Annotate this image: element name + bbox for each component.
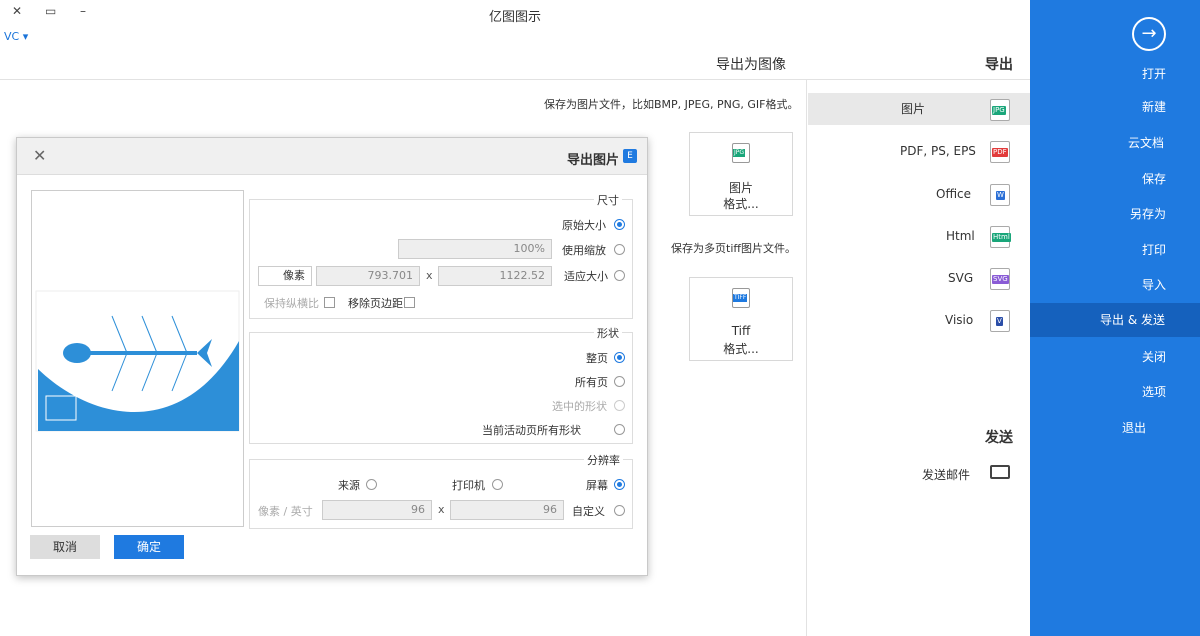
resolution-label: 分辨率 <box>584 452 623 468</box>
sidebar-item-close[interactable]: 关闭 <box>1030 340 1200 374</box>
app-logo-icon: E <box>623 149 637 163</box>
format-item-image[interactable]: 图片 JPG <box>808 93 1030 125</box>
window-title: 亿图图示 <box>488 10 541 25</box>
source-radio[interactable] <box>366 479 377 490</box>
original-size-label: 原始大小 <box>562 219 606 232</box>
original-size-radio[interactable] <box>614 219 625 230</box>
dpi-x-input[interactable]: 96 <box>450 500 564 520</box>
sidebar-item-print[interactable]: 打印 <box>1030 233 1200 267</box>
all-pages-label: 所有页 <box>575 376 608 389</box>
dpi-y-input[interactable]: 96 <box>322 500 432 520</box>
shape-label: 形状 <box>594 325 622 341</box>
selected-shapes-radio[interactable] <box>614 400 625 411</box>
remove-margin-checkbox[interactable] <box>404 297 415 308</box>
pdf-icon: PDF <box>990 141 1010 163</box>
image-format-card[interactable]: JPG 图片 格式... <box>689 132 793 216</box>
cancel-button[interactable]: 取消 <box>30 535 100 559</box>
title-bar: 亿图图示 – ▭ ✕ <box>0 0 1030 28</box>
width-input[interactable]: 1122.52 <box>438 266 552 286</box>
export-section-title: 导出 <box>985 57 1013 73</box>
image-description: 保存为图片文件，比如BMP, JPEG, PNG, GIF格式。 <box>544 98 799 111</box>
keep-ratio-label: 保持纵横比 <box>264 297 319 310</box>
close-button[interactable]: ✕ <box>12 4 22 18</box>
format-item-visio[interactable]: Visio V <box>808 304 1030 336</box>
jpg-icon: JPG <box>990 99 1010 121</box>
unit-select[interactable]: 像素 <box>258 266 312 286</box>
printer-radio[interactable] <box>492 479 503 490</box>
resolution-group: 分辨率 屏幕 打印机 来源 自定义 96 x 96 像素 / 英寸 <box>249 452 633 529</box>
sidebar-item-import[interactable]: 导入 <box>1030 268 1200 302</box>
fit-label: 适应大小 <box>564 270 608 283</box>
svg-icon: SVG <box>990 268 1010 290</box>
tiff-format-card[interactable]: TIFF Tiff 格式... <box>689 277 793 361</box>
fishbone-thumbnail <box>35 290 240 432</box>
zoom-label: 使用缩放 <box>562 244 606 257</box>
card-sublabel: 格式... <box>723 342 759 356</box>
diagram-preview <box>31 190 244 527</box>
current-page-shapes-label: 当前活动页所有形状 <box>482 424 581 437</box>
mail-icon <box>990 465 1010 479</box>
export-image-title: 导出为图像 <box>716 57 786 73</box>
all-pages-radio[interactable] <box>614 376 625 387</box>
fit-radio[interactable] <box>614 270 625 281</box>
height-input[interactable]: 793.701 <box>316 266 420 286</box>
times-label: x <box>438 503 445 516</box>
send-section-title: 发送 <box>985 430 1013 446</box>
export-header: 导出为图像 导出 <box>0 52 1030 80</box>
card-label: 图片 <box>728 181 753 195</box>
sidebar-item-new[interactable]: 新建 <box>1030 90 1200 124</box>
divider <box>806 80 807 636</box>
sidebar-item-saveas[interactable]: 另存为 <box>1030 197 1200 231</box>
dialog-title: 导出图片 <box>567 153 620 168</box>
format-item-html[interactable]: Html Html <box>808 220 1030 252</box>
sidebar: → 打开 新建 云文档 保存 另存为 打印 导入 导出 & 发送 关闭 选项 退… <box>1030 0 1200 636</box>
sidebar-item-open[interactable]: 打开 <box>1030 57 1200 91</box>
current-page-shapes-radio[interactable] <box>614 424 625 435</box>
format-item-pdf[interactable]: PDF, PS, EPS PDF <box>808 135 1030 167</box>
sidebar-item-cloud[interactable]: 云文档 <box>1030 126 1200 160</box>
sidebar-item-exit[interactable]: 退出 <box>1030 411 1200 445</box>
full-page-label: 整页 <box>586 352 608 365</box>
back-arrow-icon[interactable]: → <box>1132 17 1166 51</box>
card-label: Tiff <box>731 324 751 338</box>
custom-label: 自定义 <box>572 505 605 518</box>
vc-dropdown[interactable]: VC ▾ <box>4 30 28 43</box>
sidebar-item-export[interactable]: 导出 & 发送 <box>1030 303 1200 337</box>
visio-icon: V <box>990 310 1010 332</box>
ok-button[interactable]: 确定 <box>114 535 184 559</box>
times-label: x <box>426 269 433 282</box>
remove-margin-label: 移除页边距 <box>348 297 403 310</box>
shape-group: 形状 整页 所有页 选中的形状 当前活动页所有形状 <box>249 325 633 444</box>
close-icon[interactable]: ✕ <box>33 146 46 165</box>
maximize-button[interactable]: ▭ <box>45 4 56 18</box>
screen-label: 屏幕 <box>586 479 608 492</box>
sidebar-item-options[interactable]: 选项 <box>1030 375 1200 409</box>
tiff-description: 保存为多页tiff图片文件。 <box>671 242 796 255</box>
source-label: 来源 <box>338 479 360 492</box>
printer-label: 打印机 <box>452 479 485 492</box>
sidebar-item-save[interactable]: 保存 <box>1030 162 1200 196</box>
selected-shapes-label: 选中的形状 <box>552 400 607 413</box>
zoom-radio[interactable] <box>614 244 625 255</box>
format-item-office[interactable]: Office W <box>808 178 1030 210</box>
word-icon: W <box>990 184 1010 206</box>
keep-ratio-checkbox[interactable] <box>324 297 335 308</box>
card-sublabel: 格式... <box>723 197 759 211</box>
send-email-item[interactable]: 发送邮件 <box>922 466 970 483</box>
custom-radio[interactable] <box>614 505 625 516</box>
dpi-unit-label: 像素 / 英寸 <box>258 505 313 518</box>
dialog-header: ✕ 导出图片 E <box>17 138 647 175</box>
tiff-file-icon: TIFF <box>732 288 750 308</box>
format-item-svg[interactable]: SVG SVG <box>808 262 1030 294</box>
export-image-dialog: ✕ 导出图片 E 尺寸 原始大小 使用缩放 100% 适应大小 1122.52 … <box>16 137 648 576</box>
jpg-file-icon: JPG <box>732 143 750 163</box>
html-icon: Html <box>990 226 1011 248</box>
minimize-button[interactable]: – <box>80 4 86 18</box>
full-page-radio[interactable] <box>614 352 625 363</box>
screen-radio[interactable] <box>614 479 625 490</box>
zoom-select[interactable]: 100% <box>398 239 552 259</box>
size-label: 尺寸 <box>594 192 622 208</box>
size-group: 尺寸 原始大小 使用缩放 100% 适应大小 1122.52 x 793.701… <box>249 192 633 319</box>
